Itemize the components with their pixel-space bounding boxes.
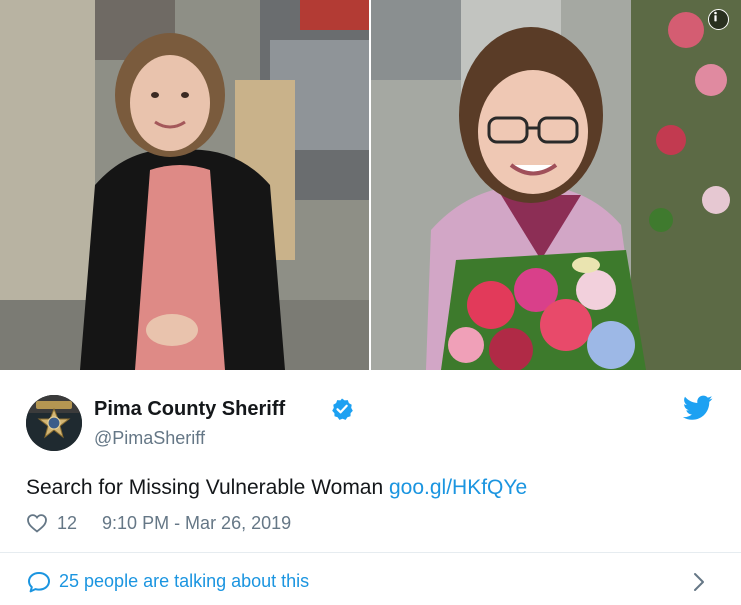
display-name[interactable]: Pima County Sheriff: [94, 396, 285, 422]
photo-left[interactable]: [0, 0, 369, 370]
sheriff-badge-icon: [26, 395, 82, 451]
photo-right[interactable]: [371, 0, 741, 370]
chevron-right-icon[interactable]: [690, 571, 708, 593]
conversation-link-row[interactable]: 25 people are talking about this: [0, 553, 741, 605]
verified-badge-icon: [332, 398, 353, 420]
twitter-bird-icon[interactable]: [683, 395, 713, 421]
talking-about-text[interactable]: 25 people are talking about this: [59, 569, 309, 593]
tweet-media[interactable]: [0, 0, 741, 370]
speech-bubble-icon: [28, 572, 50, 593]
avatar[interactable]: [26, 395, 82, 451]
tweet-text: Search for Missing Vulnerable Woman goo.…: [26, 474, 527, 502]
handle[interactable]: @PimaSheriff: [94, 426, 205, 450]
info-icon[interactable]: [708, 9, 729, 30]
tweet-link[interactable]: goo.gl/HKfQYe: [389, 476, 527, 499]
tweet-meta: 12 9:10 PM - Mar 26, 2019: [26, 510, 291, 536]
heart-icon[interactable]: [26, 512, 48, 534]
tweet-text-body: Search for Missing Vulnerable Woman: [26, 476, 389, 499]
embedded-tweet: Pima County Sheriff @PimaSheriff Search …: [0, 0, 741, 605]
timestamp[interactable]: 9:10 PM - Mar 26, 2019: [102, 513, 291, 534]
like-count: 12: [57, 512, 78, 533]
